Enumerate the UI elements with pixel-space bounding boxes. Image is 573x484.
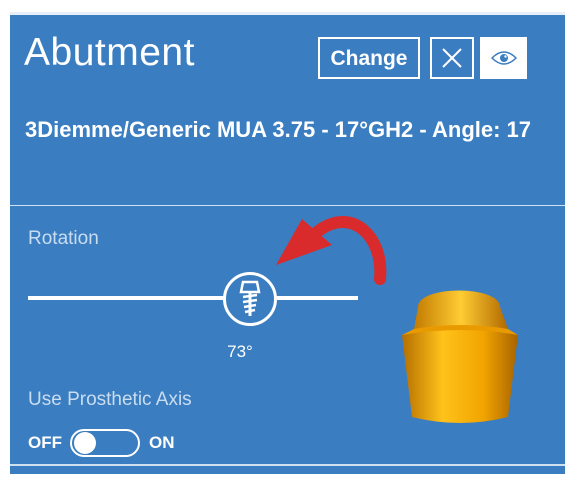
abutment-panel: Abutment Change 3Diemme/Generic MUA 3.75… — [10, 12, 565, 474]
toggle-knob[interactable] — [74, 432, 96, 454]
abutment-model-name: 3Diemme/Generic MUA 3.75 - 17°GH2 - Angl… — [25, 117, 532, 142]
panel-title: Abutment — [24, 31, 195, 74]
use-prosthetic-axis-label: Use Prosthetic Axis — [28, 389, 192, 410]
implant-icon — [239, 280, 261, 316]
eye-icon — [490, 51, 517, 65]
rotation-label: Rotation — [28, 228, 99, 249]
rotation-value: 73° — [227, 342, 253, 361]
close-button[interactable] — [430, 37, 474, 79]
prosthetic-axis-toggle[interactable] — [70, 429, 140, 457]
toggle-off-label: OFF — [28, 433, 62, 452]
abutment-3d-preview — [402, 290, 518, 423]
bottom-divider — [10, 464, 565, 466]
visibility-toggle-button[interactable] — [480, 37, 527, 79]
rotation-slider[interactable] — [28, 268, 363, 338]
rotation-slider-handle[interactable] — [223, 272, 277, 326]
panel-top-border — [10, 12, 565, 15]
prosthetic-axis-toggle-row: OFF ON — [28, 427, 175, 459]
close-icon — [442, 48, 462, 68]
toggle-on-label: ON — [149, 433, 175, 452]
slider-track[interactable] — [28, 296, 358, 300]
change-button[interactable]: Change — [318, 37, 420, 79]
